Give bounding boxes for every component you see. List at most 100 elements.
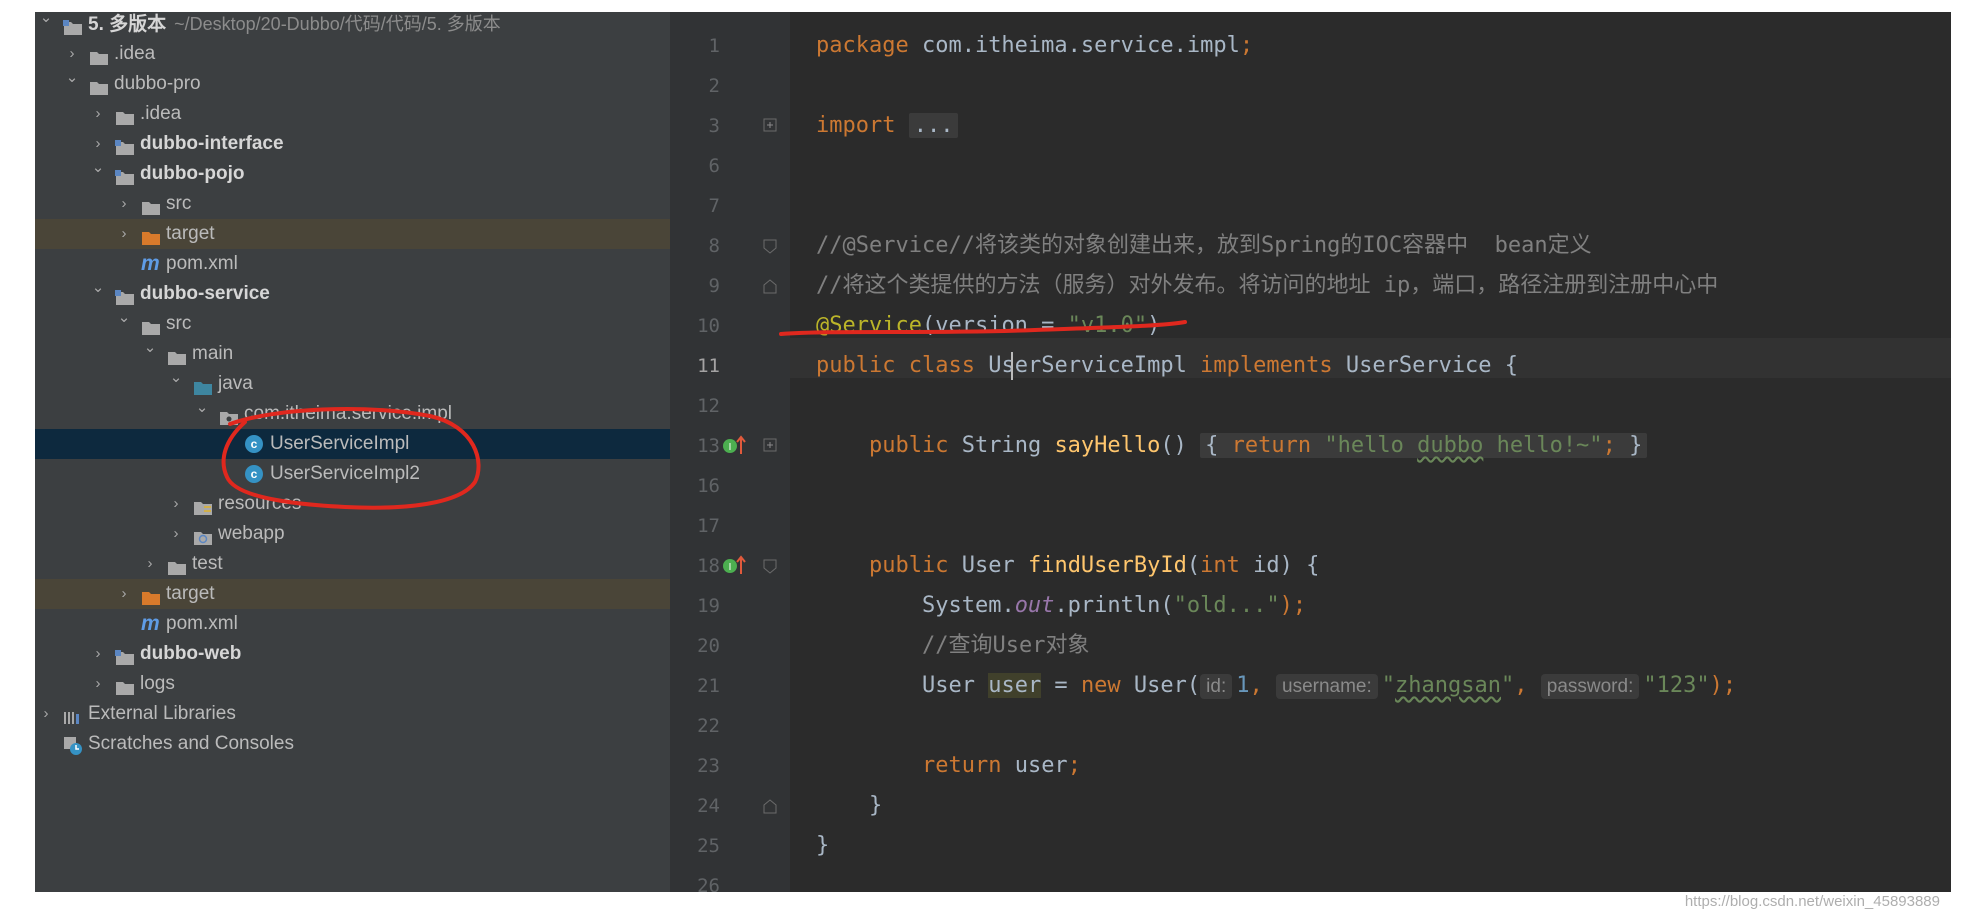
code-line-11[interactable]: public class UserServiceImpl implements … (816, 346, 1518, 386)
tree-item[interactable]: ⌄ 5. 多版本 ~/Desktop/20-Dubbo/代码/代码/5. 多版本 (35, 12, 670, 39)
package-icon (219, 406, 239, 425)
tree-item[interactable]: m pom.xml (35, 249, 670, 279)
svg-text:I: I (729, 442, 732, 453)
chevron-right-icon[interactable]: › (117, 579, 131, 609)
line-number[interactable]: 24 (670, 786, 720, 826)
line-number[interactable]: 6 (670, 146, 720, 186)
editor-gutter[interactable]: 1 2 3 6 7 8 9 10 11 12 13 16 17 18 19 20 21 22 23 24 25 26 I I (670, 12, 790, 892)
tree-item[interactable]: ⌄ dubbo-pro (35, 69, 670, 99)
code-line-8[interactable]: //@Service//将该类的对象创建出来，放到Spring的IOC容器中 b… (816, 226, 1592, 266)
line-number[interactable]: 7 (670, 186, 720, 226)
folder-icon (167, 346, 187, 365)
chevron-right-icon[interactable]: › (169, 519, 183, 549)
code-line-21[interactable]: User user = new User(id: 1, username: "zha… (816, 666, 1736, 706)
line-number[interactable]: 13 (670, 426, 720, 466)
chevron-down-icon[interactable]: ⌄ (195, 393, 209, 423)
line-number[interactable]: 23 (670, 746, 720, 786)
line-number[interactable]: 9 (670, 266, 720, 306)
tree-item[interactable]: › target (35, 579, 670, 609)
chevron-down-icon[interactable]: ⌄ (117, 303, 131, 333)
tree-item[interactable]: › target (35, 219, 670, 249)
tree-item[interactable]: › External Libraries (35, 699, 670, 729)
chevron-right-icon[interactable]: › (91, 669, 105, 699)
tree-item[interactable]: › logs (35, 669, 670, 699)
line-number[interactable]: 1 (670, 26, 720, 66)
tree-item[interactable]: Scratches and Consoles (35, 729, 670, 759)
tree-item[interactable]: › src (35, 189, 670, 219)
annotation: @Service (816, 313, 922, 338)
tree-item[interactable]: ⌄ main (35, 339, 670, 369)
tree-item[interactable]: ⌄ dubbo-pojo (35, 159, 670, 189)
line-number[interactable]: 12 (670, 386, 720, 426)
code-line-10[interactable]: @Service(version = "v1.0") (816, 306, 1160, 346)
line-number[interactable]: 10 (670, 306, 720, 346)
line-number[interactable]: 26 (670, 866, 720, 892)
chevron-down-icon[interactable]: ⌄ (39, 12, 53, 33)
code-editor[interactable]: 1 2 3 6 7 8 9 10 11 12 13 16 17 18 19 20 21 22 23 24 25 26 I I … (670, 12, 1951, 892)
project-tool-window[interactable]: ⌄ 5. 多版本 ~/Desktop/20-Dubbo/代码/代码/5. 多版本 ›.… (35, 12, 670, 892)
tree-item[interactable]: › .idea (35, 39, 670, 69)
folder-icon (167, 556, 187, 575)
code-line-1[interactable]: package com.itheima.service.impl; (816, 26, 1253, 66)
line-number[interactable]: 17 (670, 506, 720, 546)
line-number[interactable]: 20 (670, 626, 720, 666)
tree-item[interactable]: ⌄ java (35, 369, 670, 399)
chevron-right-icon[interactable]: › (143, 549, 157, 579)
code-line-19[interactable]: System.out.println("old..."); (816, 586, 1306, 626)
tree-item-label: resources (218, 493, 302, 514)
keyword: public (868, 553, 949, 578)
chevron-right-icon[interactable]: › (117, 219, 131, 249)
line-number[interactable]: 25 (670, 826, 720, 866)
code-line-3[interactable]: import ... (816, 106, 959, 146)
tree-item[interactable]: › dubbo-web (35, 639, 670, 669)
code-line-25[interactable]: } (816, 826, 829, 866)
line-number[interactable]: 2 (670, 66, 720, 106)
chevron-down-icon[interactable]: ⌄ (91, 153, 105, 183)
tree-item[interactable]: ⌄ src (35, 309, 670, 339)
tree-item[interactable]: m pom.xml (35, 609, 670, 639)
code-line-18[interactable]: public User findUserById(int id) { (816, 546, 1319, 586)
folded-method-body[interactable]: { return "hello dubbo hello!~"; } (1200, 433, 1648, 458)
code-line-20[interactable]: //查询User对象 (816, 626, 1089, 666)
code-line-24[interactable]: } (816, 786, 882, 826)
folded-imports[interactable]: ... (908, 113, 959, 138)
line-number[interactable]: 18 (670, 546, 720, 586)
tree-item[interactable]: › webapp (35, 519, 670, 549)
fold-collapse-icon[interactable] (763, 226, 777, 266)
chevron-right-icon[interactable]: › (117, 189, 131, 219)
tree-item[interactable]: c UserServiceImpl2 (35, 459, 670, 489)
line-number[interactable]: 11 (670, 346, 720, 386)
chevron-down-icon[interactable]: ⌄ (91, 273, 105, 303)
chevron-right-icon[interactable]: › (39, 699, 53, 729)
implements-method-icon[interactable]: I (722, 546, 748, 586)
line-number[interactable]: 22 (670, 706, 720, 746)
chevron-down-icon[interactable]: ⌄ (143, 333, 157, 363)
code-line-9[interactable]: //将这个类提供的方法（服务）对外发布。将访问的地址 ip，端口，路径注册到注册… (816, 266, 1718, 306)
code-line-13[interactable]: public String sayHello() { return "hello… (816, 426, 1648, 466)
fold-collapse-icon[interactable] (763, 786, 777, 826)
chevron-right-icon[interactable]: › (91, 639, 105, 669)
line-number[interactable]: 19 (670, 586, 720, 626)
fold-expand-icon[interactable] (763, 426, 777, 466)
fold-collapse-icon[interactable] (763, 546, 777, 586)
fold-collapse-icon[interactable] (763, 266, 777, 306)
code-line-23[interactable]: return user; (816, 746, 1081, 786)
implements-method-icon[interactable]: I (722, 426, 748, 466)
tree-item[interactable]: › dubbo-interface (35, 129, 670, 159)
tree-item[interactable]: › test (35, 549, 670, 579)
tree-item[interactable]: › .idea (35, 99, 670, 129)
tree-item[interactable]: › resources (35, 489, 670, 519)
code-text: user (1001, 753, 1068, 778)
chevron-down-icon[interactable]: ⌄ (65, 63, 79, 93)
code-text: ) (1147, 313, 1161, 338)
line-number[interactable]: 21 (670, 666, 720, 706)
line-number[interactable]: 3 (670, 106, 720, 146)
chevron-right-icon[interactable]: › (91, 99, 105, 129)
tree-item[interactable]: ⌄ com.itheima.service.impl (35, 399, 670, 429)
line-number[interactable]: 8 (670, 226, 720, 266)
tree-item[interactable]: c UserServiceImpl (35, 429, 670, 459)
chevron-down-icon[interactable]: ⌄ (169, 363, 183, 393)
chevron-right-icon[interactable]: › (169, 489, 183, 519)
line-number[interactable]: 16 (670, 466, 720, 506)
fold-expand-icon[interactable] (763, 106, 777, 146)
